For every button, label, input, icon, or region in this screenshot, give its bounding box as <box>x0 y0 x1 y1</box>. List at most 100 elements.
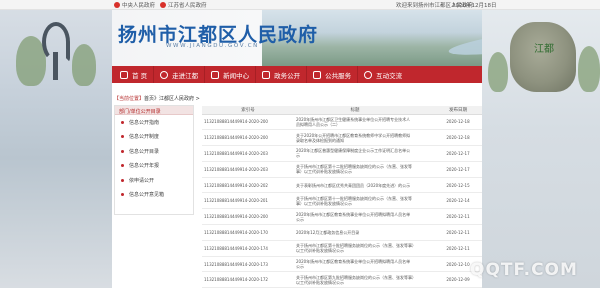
sidebar: 部门/单位公开目录 信息公开指南 信息公开制度 信息公开目录 信息公开年报 依申… <box>114 105 194 215</box>
nav-public-service[interactable]: 公共服务 <box>307 66 359 83</box>
sidebar-title: 部门/单位公开目录 <box>115 106 193 115</box>
sidebar-item-policy[interactable]: 信息公开制度 <box>115 130 193 145</box>
bullet-icon <box>121 164 124 168</box>
site-domain: WWW.JIANGDU.GOV.CN <box>166 43 259 49</box>
central-gov-link[interactable]: 中央人民政府 <box>114 1 155 9</box>
table-row: 11321088814449914-2020-203 关于扬州市江都区第十二批招聘… <box>202 161 482 178</box>
table-header-row: 索引号 标题 发布日期 <box>202 106 482 115</box>
row-blank <box>416 240 434 257</box>
main-nav: 首 页 走进江都 新闻中心 政务公开 公共服务 互动交流 <box>112 66 482 83</box>
row-blank <box>416 224 434 241</box>
breadcrumb-path[interactable]: 首页》江都区人民政府 > <box>144 96 200 102</box>
row-title-link[interactable]: 2020年扬州市江都区教育系统事业单位公开招聘拟聘用人员名单公示 <box>294 256 416 273</box>
tree-decoration <box>72 44 96 86</box>
nav-news-center[interactable]: 新闻中心 <box>205 66 257 83</box>
row-blank <box>416 129 434 147</box>
main-container: 扬州市江都区人民政府 WWW.JIANGDU.GOV.CN 首 页 走进江都 新… <box>112 10 482 288</box>
row-blank <box>416 192 434 210</box>
document-table: 索引号 标题 发布日期 11321088814449914-2020-200 20… <box>202 106 482 288</box>
service-icon <box>313 70 322 79</box>
row-title-link[interactable]: 关于扬州市江都区第十二批招聘服务缺岗位的公示（东营、张发等事）以工代训补贴发放情… <box>294 161 416 178</box>
row-index: 11321088814449914-2020-174 <box>202 240 294 257</box>
breadcrumb-current: 【当前位置】 <box>114 96 145 102</box>
row-blank <box>416 271 434 288</box>
row-title-link[interactable]: 2020年扬州市江都区卫生健康系统事业单位公开招聘专业技术人员拟聘用人员公示（二… <box>294 114 416 131</box>
bullet-icon <box>121 135 124 139</box>
sidebar-item-application[interactable]: 依申请公开 <box>115 173 193 188</box>
table-row: 11321088814449914-2020-200 2020年扬州市江都区卫生健… <box>202 114 482 131</box>
row-date: 2020-12-18 <box>434 114 482 131</box>
table-row: 11321088814449914-2020-201 关于扬州市江都区第十一批招聘… <box>202 192 482 210</box>
table-row: 11321088814449914-2020-172 关于扬州市江都区第九批招聘服… <box>202 271 482 288</box>
nav-home[interactable]: 首 页 <box>112 66 155 83</box>
row-index: 11321088814449914-2020-200 <box>202 208 294 226</box>
bullet-icon <box>121 178 124 182</box>
document-icon <box>262 70 271 79</box>
info-icon <box>160 70 169 79</box>
row-index: 11321088814449914-2020-203 <box>202 145 294 162</box>
home-icon <box>120 70 128 79</box>
nav-interaction[interactable]: 互动交流 <box>358 66 408 83</box>
table-row: 11321088814449914-2020-200 关于2020年公开招聘市江都… <box>202 129 482 147</box>
row-date: 2020-12-11 <box>434 224 482 241</box>
national-emblem-icon <box>114 2 120 8</box>
table-row: 11321088814449914-2020-203 2020年江都区普惠型健康保… <box>202 145 482 162</box>
row-blank <box>416 114 434 131</box>
row-index: 11321088814449914-2020-203 <box>202 161 294 178</box>
sidebar-item-catalog[interactable]: 信息公开目录 <box>115 144 193 159</box>
row-index: 11321088814449914-2020-170 <box>202 224 294 241</box>
row-title-link[interactable]: 2020年扬州市江都区教育系统事业单位公开招聘拟聘用人员名单公示 <box>294 208 416 226</box>
sidebar-item-feedback[interactable]: 信息公开意见箱 <box>115 188 193 203</box>
sculpture-decoration <box>38 22 72 80</box>
row-title-link[interactable]: 关于扬州市江都区第十一批招聘服务缺岗位的公示（东营、张发等事）以工代训补贴发放情… <box>294 192 416 210</box>
row-title-link[interactable]: 关于扬州市江都区第十批招聘服务缺岗位的公示（东营、张发等事）以工代训补贴发放情况… <box>294 240 416 257</box>
row-title-link[interactable]: 关于2020年公开招聘市江都区教育系统教师中学公开招聘教师拟录取名单及体检报到的… <box>294 129 416 147</box>
breadcrumb: 【当前位置】首页》江都区人民政府 > <box>114 95 200 102</box>
table-row: 11321088814449914-2020-200 2020年扬州市江都区教育系… <box>202 208 482 226</box>
row-blank <box>416 161 434 178</box>
column-header-blank <box>416 106 434 115</box>
row-blank <box>416 256 434 273</box>
row-index: 11321088814449914-2020-202 <box>202 177 294 194</box>
stone-inscription: 江都 <box>534 44 554 55</box>
row-date: 2020-12-11 <box>434 240 482 257</box>
column-header-title: 标题 <box>294 106 416 115</box>
row-index: 11321088814449914-2020-200 <box>202 129 294 147</box>
watermark: QQTF.COM <box>470 260 578 280</box>
tree-decoration <box>578 46 600 92</box>
row-blank <box>416 208 434 226</box>
row-index: 11321088814449914-2020-200 <box>202 114 294 131</box>
current-date: 2020年12月18日 <box>452 3 497 9</box>
row-date: 2020-12-11 <box>434 208 482 226</box>
table-row: 11321088814449914-2020-173 2020年扬州市江都区教育系… <box>202 256 482 273</box>
row-date: 2020-12-17 <box>434 161 482 178</box>
row-title-link[interactable]: 关于扬州市江都区第九批招聘服务缺岗位的公示（东营、张发等事）以工代训补贴发放情况… <box>294 271 416 288</box>
row-index: 11321088814449914-2020-173 <box>202 256 294 273</box>
row-blank <box>416 177 434 194</box>
row-blank <box>416 145 434 162</box>
jiangsu-gov-link[interactable]: 江苏省人民政府 <box>160 1 207 9</box>
column-header-index: 索引号 <box>202 106 294 115</box>
nav-about-jiangdu[interactable]: 走进江都 <box>154 66 206 83</box>
nav-gov-affairs[interactable]: 政务公开 <box>256 66 308 83</box>
row-index: 11321088814449914-2020-201 <box>202 192 294 210</box>
row-title-link[interactable]: 2020年江都区普惠型健康保障制度企业公示工作证明汇总名单公示 <box>294 145 416 162</box>
row-index: 11321088814449914-2020-172 <box>202 271 294 288</box>
top-bar: 中央人民政府 江苏省人民政府 欢迎来到扬州市江都区人民政府 2020年12月18… <box>0 0 600 10</box>
tree-decoration <box>488 52 508 92</box>
row-title-link[interactable]: 2020年12月江都政务信息公开目录 <box>294 224 416 241</box>
national-emblem-icon <box>160 2 166 8</box>
site-banner: 扬州市江都区人民政府 WWW.JIANGDU.GOV.CN <box>112 10 482 66</box>
row-date: 2020-12-14 <box>434 192 482 210</box>
table-row: 11321088814449914-2020-170 2020年12月江都政务信息… <box>202 224 482 241</box>
table-row: 11321088814449914-2020-202 关于表彰扬州市江都区优秀共青… <box>202 177 482 194</box>
chat-icon <box>364 70 373 79</box>
row-date: 2020-12-15 <box>434 177 482 194</box>
sidebar-item-guide[interactable]: 信息公开指南 <box>115 115 193 130</box>
table-row: 11321088814449914-2020-174 关于扬州市江都区第十批招聘服… <box>202 240 482 257</box>
bullet-icon <box>121 149 124 153</box>
row-title-link[interactable]: 关于表彰扬州市江都区优秀共青团团员（2020年度先进）的公示 <box>294 177 416 194</box>
sidebar-item-annual-report[interactable]: 信息公开年报 <box>115 159 193 174</box>
column-header-date: 发布日期 <box>434 106 482 115</box>
news-icon <box>211 70 220 79</box>
